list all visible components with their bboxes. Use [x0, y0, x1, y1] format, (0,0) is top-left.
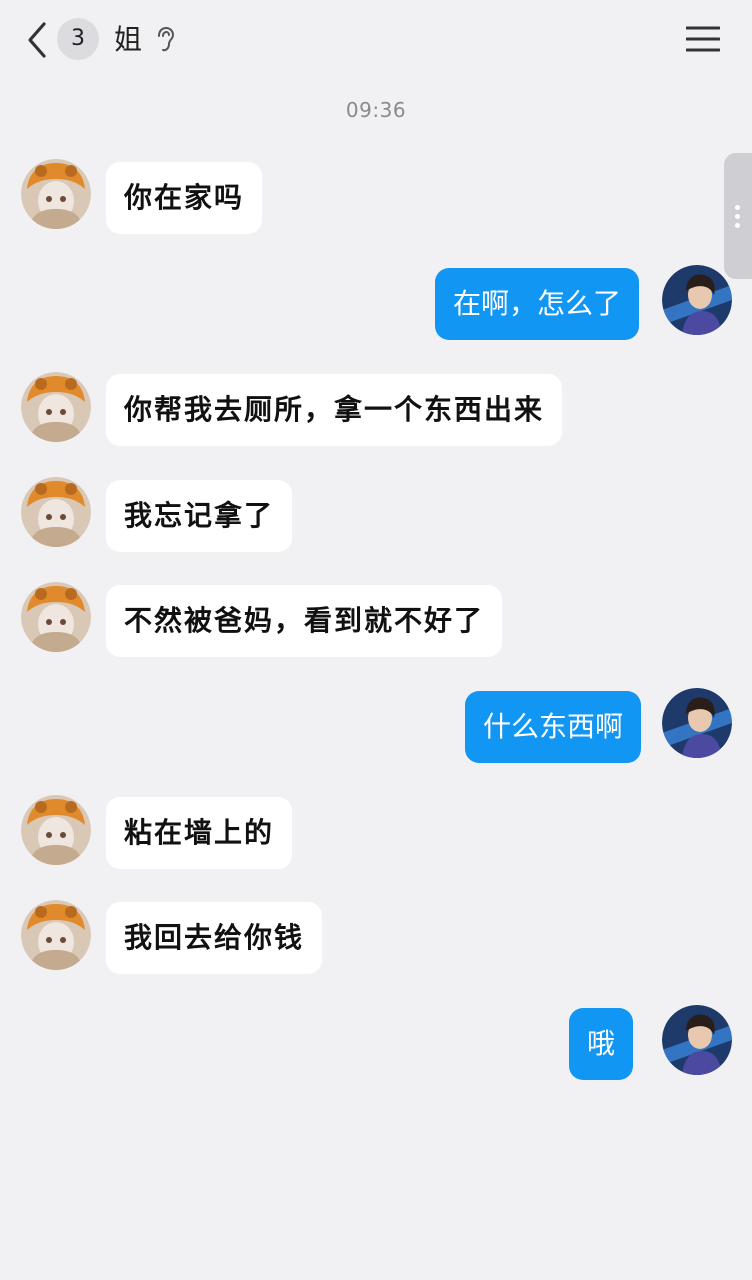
contact-name[interactable]: 姐 — [114, 20, 142, 60]
contact-avatar[interactable] — [21, 372, 91, 442]
contact-avatar[interactable] — [21, 477, 91, 547]
message-timestamp: 09:36 — [345, 98, 407, 122]
contact-avatar[interactable] — [21, 900, 91, 970]
contact-avatar[interactable] — [21, 582, 91, 652]
menu-icon[interactable] — [685, 24, 721, 54]
outgoing-message-bubble: 在啊，怎么了 — [435, 268, 640, 340]
side-drawer-handle[interactable] — [724, 153, 752, 279]
contact-avatar[interactable] — [21, 159, 91, 229]
my-avatar[interactable] — [662, 1005, 732, 1075]
my-avatar[interactable] — [662, 265, 732, 335]
outgoing-message-bubble: 哦 — [569, 1008, 634, 1080]
my-avatar[interactable] — [662, 688, 732, 758]
unread-count-badge[interactable]: 3 — [57, 18, 99, 60]
incoming-message-bubble: 我回去给你钱 — [106, 902, 323, 974]
incoming-message-bubble: 我忘记拿了 — [106, 480, 293, 552]
incoming-message-bubble: 你帮我去厕所，拿一个东西出来 — [106, 374, 563, 446]
incoming-message-bubble: 不然被爸妈，看到就不好了 — [106, 585, 503, 657]
contact-avatar[interactable] — [21, 795, 91, 865]
incoming-message-bubble: 你在家吗 — [106, 162, 263, 234]
incoming-message-bubble: 粘在墙上的 — [106, 797, 293, 869]
outgoing-message-bubble: 什么东西啊 — [465, 691, 642, 763]
back-arrow-icon[interactable] — [22, 20, 52, 60]
chat-header: 3 姐 — [0, 0, 752, 80]
earpiece-mode-icon — [154, 26, 178, 54]
